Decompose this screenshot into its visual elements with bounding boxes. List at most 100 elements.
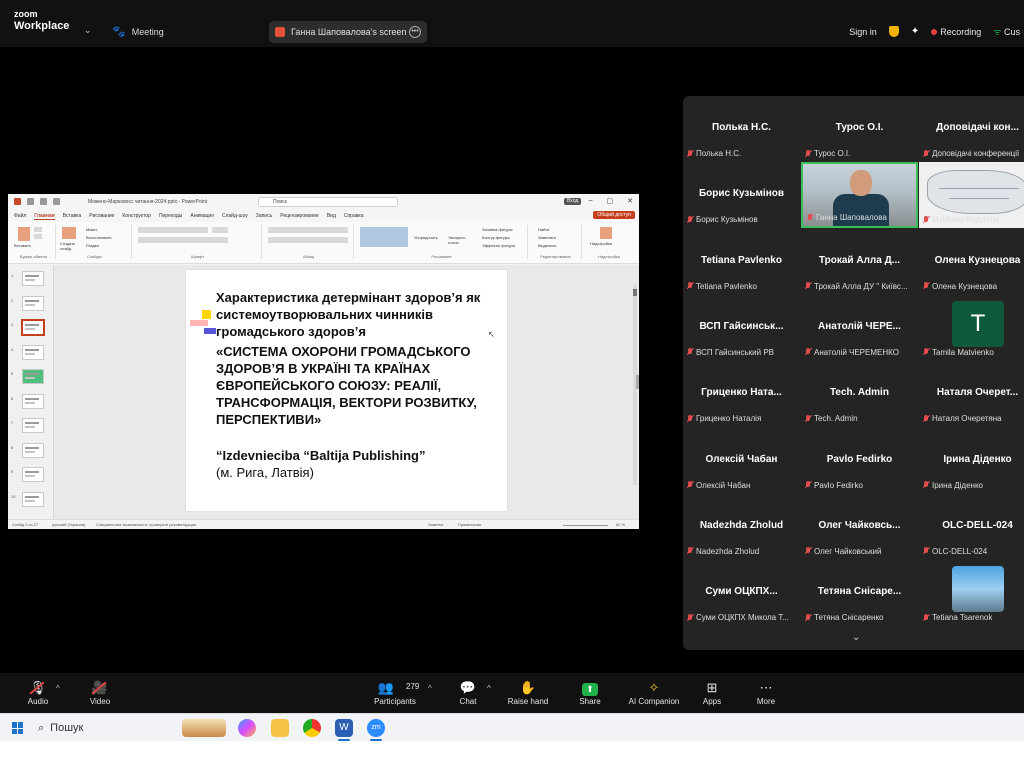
participant-tile[interactable]: Олексій Чабан Олексій Чабан — [683, 428, 800, 494]
ppt-tab[interactable]: Рисование — [89, 213, 114, 219]
shield-icon[interactable] — [888, 26, 899, 37]
zoom-workplace-logo[interactable]: zoom Workplace — [14, 9, 69, 32]
audio-options-caret-icon[interactable]: ^ — [56, 684, 60, 693]
font-format-buttons[interactable] — [138, 237, 228, 243]
ppt-signin-badge[interactable]: Вход — [564, 198, 582, 205]
participant-tile[interactable]: Полька Н.С. Полька Н.С. — [683, 96, 800, 162]
shape-effects-button[interactable]: Эффекты фигуры — [482, 243, 515, 248]
select-button[interactable]: Выделить — [538, 243, 556, 248]
language-indicator[interactable]: русский (Украина) — [52, 522, 85, 527]
ppt-tab[interactable]: Анимация — [190, 213, 213, 219]
ai-companion-button[interactable]: ✧ AI Companion — [616, 680, 692, 706]
accessibility-indicator[interactable]: Специальные возможности: проверьте реком… — [96, 522, 196, 527]
participant-tile[interactable]: Доповідачі кон... Доповідачі конференції — [919, 96, 1024, 162]
participant-tile[interactable]: Тетяна Снісаре... Тетяна Снісаренко — [801, 560, 918, 626]
save-icon[interactable] — [27, 198, 34, 205]
word-icon[interactable]: W — [335, 719, 353, 737]
shape-outline-button[interactable]: Контур фигуры — [482, 235, 510, 240]
participant-tile[interactable]: Pavlo Fedirko Pavlo Fedirko — [801, 428, 918, 494]
participants-options-caret-icon[interactable]: ^ — [428, 684, 432, 693]
minimize-icon[interactable]: – — [589, 197, 593, 205]
screen-share-indicator[interactable]: Ганна Шаповалова's screen ••• — [269, 21, 427, 43]
ppt-tab[interactable]: Вид — [327, 213, 336, 219]
slide-thumbnail[interactable] — [22, 467, 44, 482]
sign-in-button[interactable]: Sign in — [849, 27, 877, 37]
font-size-select[interactable] — [212, 227, 228, 233]
ppt-tab[interactable]: Справка — [344, 213, 364, 219]
zoom-slider[interactable] — [563, 525, 608, 526]
addins-icon[interactable] — [600, 227, 612, 239]
find-button[interactable]: Найти — [538, 227, 549, 232]
font-name-select[interactable] — [138, 227, 208, 233]
ppt-search-box[interactable]: Поиск — [258, 197, 398, 207]
notes-button[interactable]: Заметки — [428, 522, 443, 527]
more-button[interactable]: ⋯ More — [736, 680, 796, 706]
participant-tile[interactable]: Турос О.І. Турос О.І. — [801, 96, 918, 162]
video-button[interactable]: 🎥 Video — [70, 680, 130, 706]
participant-tile[interactable]: Гриценко Ната... Гриценко Наталія — [683, 361, 800, 427]
ppt-tab[interactable]: Запись — [256, 213, 272, 219]
slide-thumbnail[interactable] — [21, 319, 45, 336]
participant-tile[interactable]: Tech. Admin Tech. Admin — [801, 361, 918, 427]
chevron-down-icon[interactable]: ⌄ — [852, 632, 860, 643]
chevron-down-icon[interactable]: ⌄ — [84, 25, 92, 36]
sparkle-icon[interactable]: ✦ — [911, 26, 919, 37]
ppt-tab[interactable]: Переходы — [159, 213, 182, 219]
ppt-tab[interactable]: Файл — [14, 213, 26, 219]
close-icon[interactable]: ✕ — [627, 197, 633, 205]
participant-tile[interactable]: ВСП Гайсинськ... ВСП Гайсинський РВ — [683, 295, 800, 361]
slide-thumbnail[interactable] — [22, 271, 44, 286]
comments-button[interactable]: Примечания — [458, 522, 481, 527]
participant-tile[interactable]: Олег Чайковсь... Олег Чайковський — [801, 494, 918, 560]
participant-tile[interactable]: Mykhailo Buzynnyi — [919, 162, 1024, 229]
copy-icon[interactable] — [34, 234, 42, 239]
slide-thumbnail[interactable] — [22, 344, 44, 360]
raise-hand-button[interactable]: ✋ Raise hand — [498, 680, 558, 706]
participant-tile[interactable]: Борис Кузьмінов Борис Кузьмінов — [683, 162, 800, 228]
undo-icon[interactable] — [40, 198, 47, 205]
arrange-button[interactable]: Упорядочить — [414, 235, 438, 240]
chrome-icon[interactable] — [303, 719, 321, 737]
chat-options-caret-icon[interactable]: ^ — [487, 684, 491, 693]
slide-thumbnail[interactable] — [22, 418, 44, 433]
participant-tile[interactable]: Ірина Діденко Ірина Діденко — [919, 428, 1024, 494]
slide-thumbnails-pane[interactable]: 1 2 3 4 5 6 7 8 9 10 — [8, 265, 54, 519]
participant-tile[interactable]: Трокай Алла Д... Трокай Алла ДУ " Київс..… — [801, 229, 918, 295]
more-options-icon[interactable]: ••• — [409, 26, 421, 38]
meeting-menu[interactable]: 🐾 Meeting — [112, 25, 164, 38]
cut-icon[interactable] — [34, 227, 42, 232]
participant-tile[interactable]: Наталя Очерет... Наталя Очеретяна — [919, 361, 1024, 427]
slide-thumbnail[interactable] — [22, 295, 44, 311]
participant-tile[interactable]: Ганна Шаповалова — [801, 162, 918, 229]
reset-button[interactable]: Восстановить — [86, 235, 112, 240]
recording-indicator[interactable]: Recording — [931, 27, 981, 37]
ppt-tab[interactable]: Главная — [34, 213, 55, 220]
redo-icon[interactable] — [53, 198, 60, 205]
panel-splitter-handle[interactable] — [636, 375, 639, 389]
list-buttons[interactable] — [268, 227, 348, 233]
align-buttons[interactable] — [268, 237, 348, 243]
shapes-gallery[interactable] — [360, 227, 408, 247]
file-explorer-icon[interactable] — [271, 719, 289, 737]
participant-tile[interactable]: Анатолій ЧЕРЕ... Анатолій ЧЕРЕМЕНКО — [801, 295, 918, 361]
current-slide[interactable]: Характеристика детермінант здоров’я як с… — [186, 270, 507, 511]
shape-fill-button[interactable]: Заливка фигуры — [482, 227, 513, 232]
section-button[interactable]: Раздел — [86, 243, 99, 248]
zoom-level[interactable]: 82 % — [616, 522, 625, 527]
slide-thumbnail[interactable] — [22, 442, 44, 458]
ppt-tab[interactable]: Вставка — [63, 213, 82, 219]
taskbar-search[interactable]: ⌕ Пошук — [38, 717, 178, 739]
apps-button[interactable]: ⊞ Apps — [682, 680, 742, 706]
ppt-tab[interactable]: Рецензирование — [280, 213, 319, 219]
layout-button[interactable]: Макет — [86, 227, 97, 232]
participant-tile[interactable]: T Tamila Matvienko — [919, 295, 1024, 361]
paste-icon[interactable] — [18, 227, 30, 241]
participant-tile[interactable]: OLC-DELL-024 OLC-DELL-024 — [919, 494, 1024, 560]
autosave-icon[interactable] — [14, 198, 21, 205]
weather-widget-icon[interactable] — [182, 719, 226, 737]
slide-thumbnail[interactable] — [22, 369, 44, 384]
quick-styles-button[interactable]: Экспресс-стили — [448, 235, 467, 245]
share-screen-button[interactable]: ⬆ Share — [560, 680, 620, 706]
participant-tile[interactable]: Олена Кузнецова Олена Кузнецова — [919, 229, 1024, 295]
copilot-icon[interactable] — [238, 719, 256, 737]
